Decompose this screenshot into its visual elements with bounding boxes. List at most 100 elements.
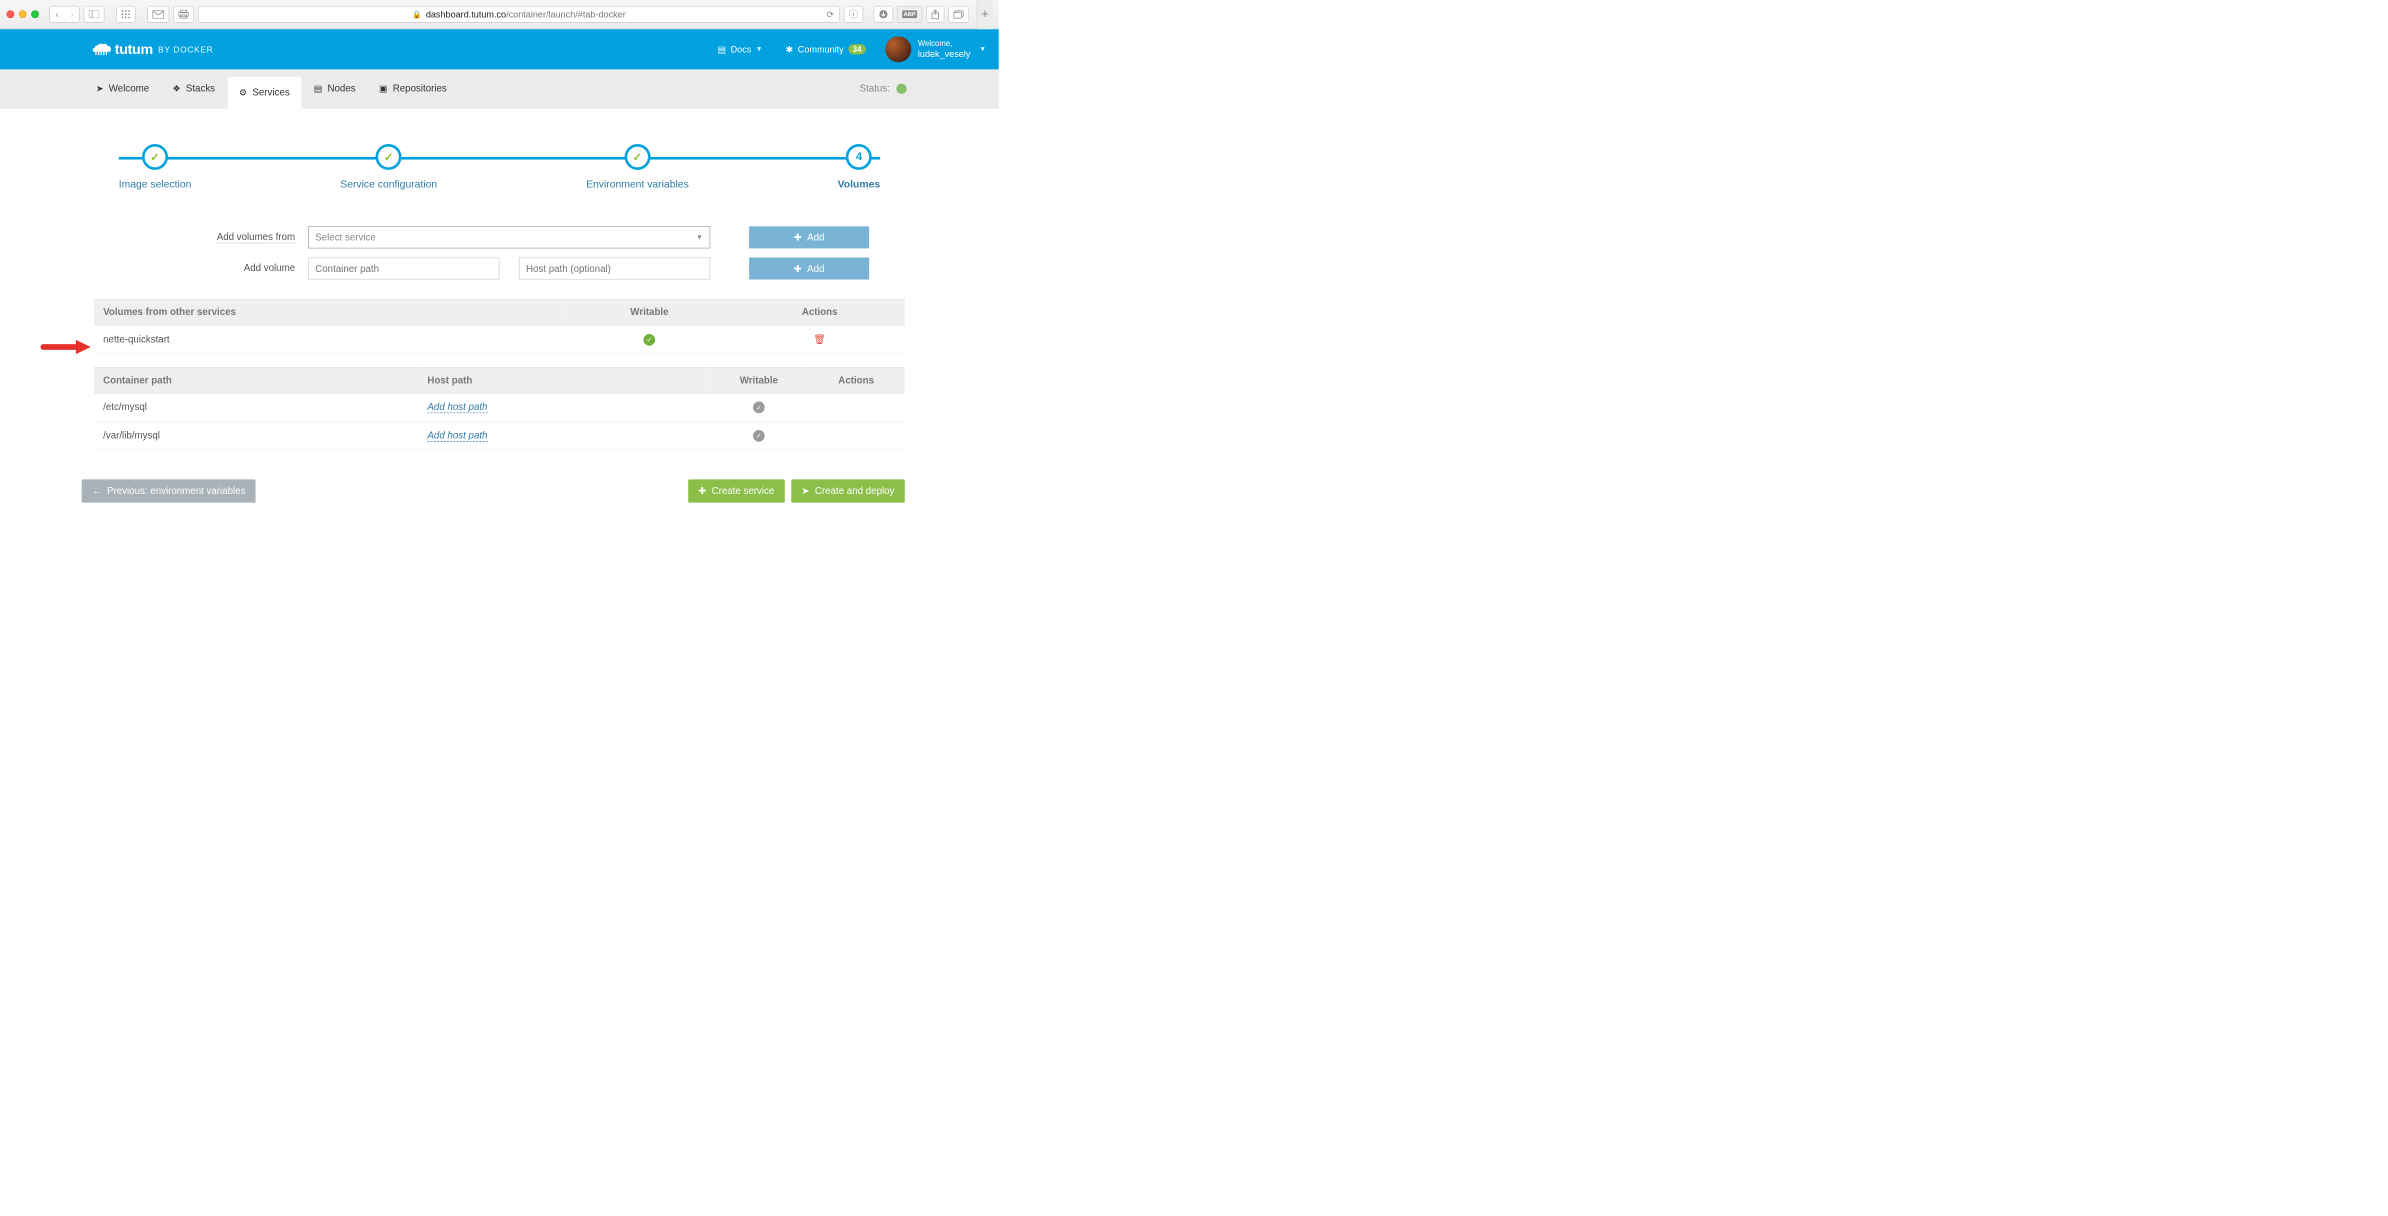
docs-label: Docs [731,44,752,54]
check-icon: ✓ [376,144,402,170]
avatar[interactable] [885,36,911,62]
abp-icon: ABP [902,10,917,18]
nav-services[interactable]: ⚙Services [227,76,302,108]
column-header-name: Volumes from other services [94,299,564,325]
share-icon [931,9,939,19]
reload-button[interactable]: ⟳ [826,9,834,20]
add-volumes-from-button[interactable]: ✚Add [749,226,869,248]
community-link[interactable]: ✱ Community 34 [774,44,878,55]
table-row: /var/lib/mysql Add host path ✓ [94,421,905,449]
add-host-path-link[interactable]: Add host path [427,430,487,442]
create-service-label: Create service [712,485,775,496]
add-label: Add [807,263,824,274]
brand-subtitle: BY DOCKER [158,44,213,54]
volumes-from-label: Add volumes from [217,232,295,244]
volumes-from-select[interactable]: Select service ▼ [308,226,710,248]
community-icon: ✱ [786,44,794,55]
server-icon: ▤ [314,83,323,94]
wizard-step-service-config[interactable]: ✓ Service configuration [340,144,437,191]
status-indicator: Status: [860,83,907,94]
reader-button[interactable]: ⓘ [844,6,863,23]
mail-button[interactable] [147,6,169,23]
app-header: tutum BY DOCKER ▤ Docs ▼ ✱ Community 34 … [0,29,999,69]
nav-stacks-label: Stacks [186,83,215,94]
create-service-button[interactable]: ✚Create service [688,479,785,502]
caret-down-icon: ▼ [756,46,762,53]
content-area: ✓ Image selection ✓ Service configuratio… [0,108,999,449]
nav-repositories[interactable]: ▣Repositories [367,72,458,104]
wizard-step-image-selection[interactable]: ✓ Image selection [119,144,192,191]
adblock-button[interactable]: ABP [897,6,922,23]
book-icon: ▣ [379,83,388,94]
column-header-host: Host path [418,367,710,393]
annotation-arrow-icon [40,337,92,356]
minimize-window-icon[interactable] [19,10,27,18]
layers-icon: ❖ [173,83,181,94]
new-tab-button[interactable]: + [977,0,993,29]
wizard-step-volumes[interactable]: 4 Volumes [838,144,880,191]
lock-icon: 🔒 [412,10,422,19]
check-circle-icon[interactable]: ✓ [753,401,765,413]
previous-label: Previous: environment variables [107,485,245,496]
arrow-left-icon: ← [92,485,102,496]
status-dot-icon [896,83,906,93]
forward-button[interactable]: › [65,9,80,19]
brand[interactable]: tutum BY DOCKER [92,41,213,58]
main-nav: ➤Welcome ❖ Stacks ⚙Services ▤ Nodes ▣Repos… [0,69,999,108]
user-menu[interactable]: Welcome, ludek_vesely [918,39,970,59]
host-path-input[interactable] [519,257,710,279]
host-path-cell: Add host path [418,393,710,421]
wizard-step-env-vars[interactable]: ✓ Environment variables [586,144,689,191]
check-icon: ✓ [624,144,650,170]
panel-icon [89,10,99,18]
nav-services-label: Services [252,87,289,98]
print-button[interactable] [173,6,194,23]
nav-welcome[interactable]: ➤Welcome [84,72,161,104]
sidebar-toggle-button[interactable] [84,6,105,23]
nav-welcome-label: Welcome [109,83,149,94]
location-arrow-icon: ➤ [802,485,810,497]
apps-button[interactable] [116,6,135,23]
wizard-step-label: Environment variables [586,179,689,191]
close-window-icon[interactable] [6,10,14,18]
add-host-path-link[interactable]: Add host path [427,402,487,414]
nav-stacks[interactable]: ❖ Stacks [161,72,227,104]
volumes-form: Add volumes from Select service ▼ ✚Add A… [198,226,905,279]
create-and-deploy-button[interactable]: ➤Create and deploy [791,479,905,502]
add-volume-button[interactable]: ✚Add [749,257,869,279]
writable-cell: ✓ [710,421,807,449]
mail-icon [153,10,165,18]
container-path-input[interactable] [308,257,499,279]
url-bar[interactable]: 🔒 dashboard.tutum.co/container/launch/#t… [198,6,840,23]
tabs-button[interactable] [948,6,969,23]
volume-row: Add volume ✚Add [198,257,905,279]
community-label: Community [798,44,844,54]
host-path-cell: Add host path [418,421,710,449]
grid-icon [122,10,131,19]
table-row: /etc/mysql Add host path ✓ [94,393,905,421]
nav-nodes[interactable]: ▤ Nodes [302,72,367,104]
share-button[interactable] [926,6,944,23]
check-icon: ✓ [142,144,168,170]
check-circle-icon[interactable]: ✓ [753,430,765,442]
nav-buttons: ‹› [49,6,80,23]
maximize-window-icon[interactable] [31,10,39,18]
column-header-writable: Writable [710,367,807,393]
url-path: /container/launch/#tab-docker [506,9,626,19]
previous-button[interactable]: ← Previous: environment variables [82,479,256,502]
nav-nodes-label: Nodes [327,83,355,94]
wizard-steps: ✓ Image selection ✓ Service configuratio… [119,144,880,191]
column-header-actions: Actions [808,367,905,393]
actions-cell [808,421,905,449]
back-button[interactable]: ‹ [50,9,65,19]
caret-down-icon: ▼ [696,233,703,241]
downloads-button[interactable] [874,6,893,23]
wizard-footer: ← Previous: environment variables ✚Create… [0,472,999,510]
table-row: nette-quickstart ✓ 🗑 [94,325,905,353]
tabs-icon [953,10,963,18]
column-header-actions: Actions [735,299,905,325]
docs-link[interactable]: ▤ Docs ▼ [706,44,774,55]
trash-icon[interactable]: 🗑 [813,334,825,346]
actions-cell: 🗑 [735,325,905,353]
plus-icon: ✚ [794,232,802,244]
